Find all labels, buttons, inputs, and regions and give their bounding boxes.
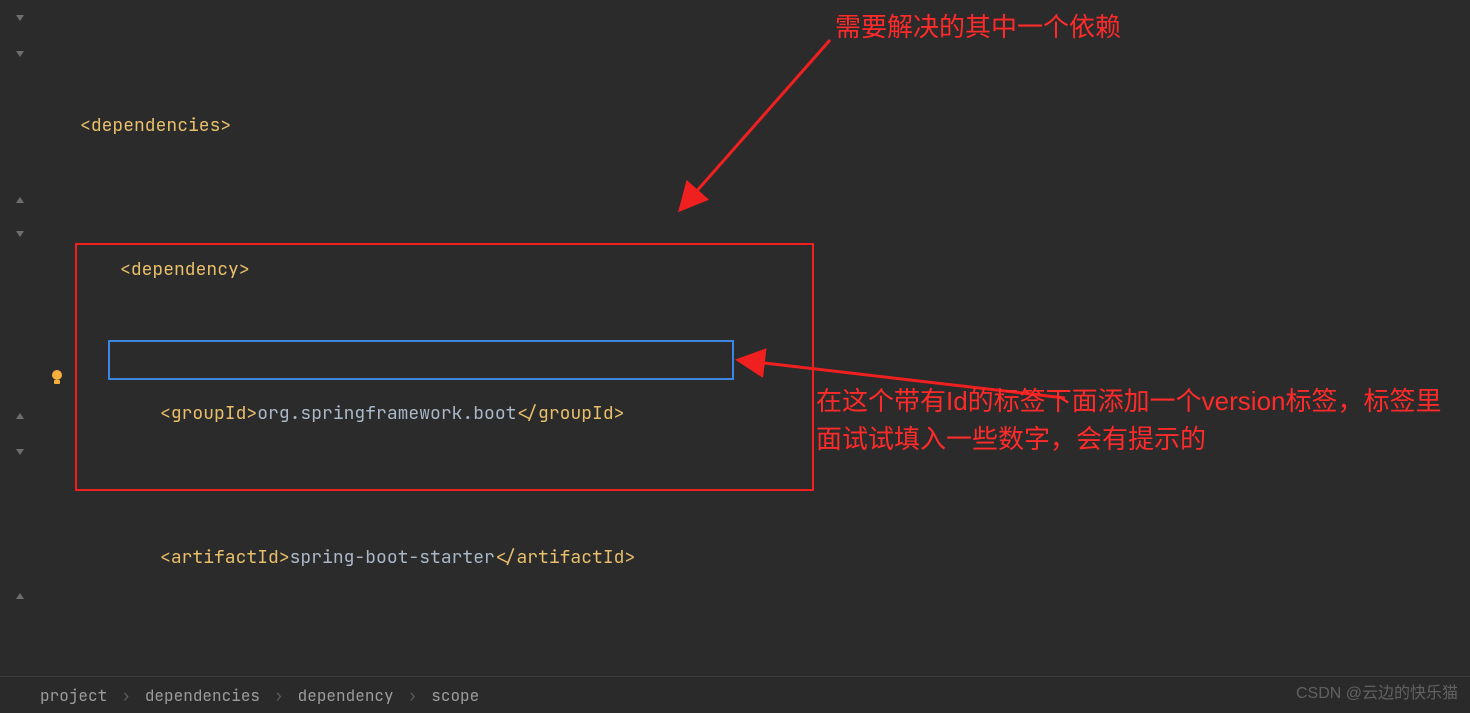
watermark: CSDN @云边的快乐猫	[1296, 679, 1458, 703]
fold-icon[interactable]	[14, 228, 26, 240]
editor-pane[interactable]: <dependencies> <dependency> <groupId>org…	[0, 0, 1470, 660]
breadcrumb-item[interactable]: dependency	[298, 685, 394, 706]
code-line: <dependency>	[40, 252, 1470, 288]
fold-icon[interactable]	[14, 12, 26, 24]
breadcrumb-item[interactable]: project	[40, 685, 107, 706]
fold-icon[interactable]	[14, 48, 26, 60]
chevron-right-icon: ›	[121, 685, 131, 706]
fold-close-icon[interactable]	[14, 590, 26, 602]
chevron-right-icon: ›	[274, 685, 284, 706]
breadcrumb-item[interactable]: scope	[431, 685, 479, 706]
gutter	[0, 0, 40, 660]
breadcrumb[interactable]: project › dependencies › dependency › sc…	[0, 676, 1470, 713]
code-line: <groupId>org.springframework.boot</group…	[40, 396, 1470, 432]
code-area[interactable]: <dependencies> <dependency> <groupId>org…	[40, 0, 1470, 660]
fold-close-icon[interactable]	[14, 410, 26, 422]
code-line: <artifactId>spring-boot-starter</artifac…	[40, 540, 1470, 576]
fold-close-icon[interactable]	[14, 194, 26, 206]
fold-icon[interactable]	[14, 446, 26, 458]
code-line: <dependencies>	[40, 108, 1470, 144]
breadcrumb-item[interactable]: dependencies	[145, 685, 260, 706]
chevron-right-icon: ›	[408, 685, 418, 706]
